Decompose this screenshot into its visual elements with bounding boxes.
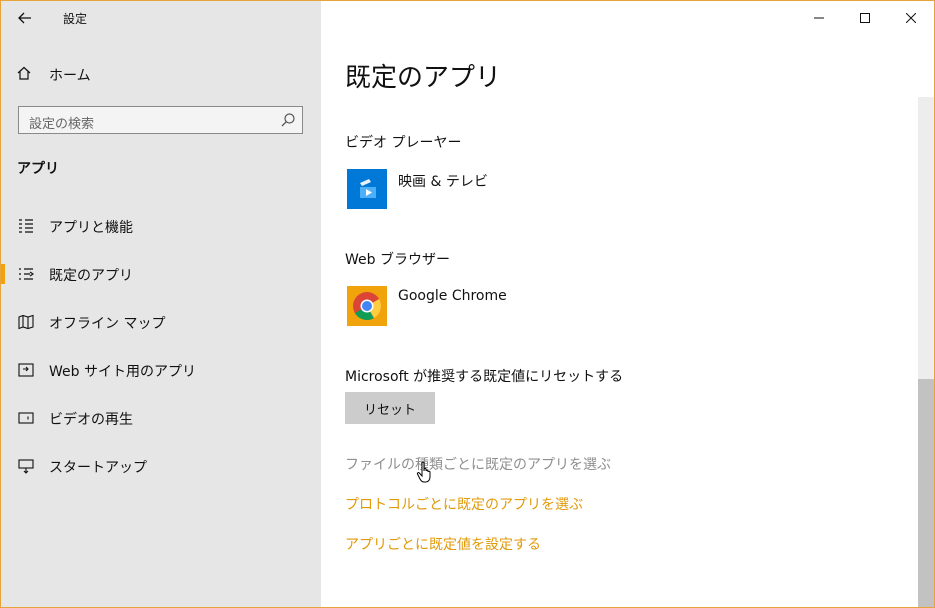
home-link[interactable]: ホーム	[17, 65, 91, 85]
search-input[interactable]: 設定の検索	[18, 106, 303, 134]
sidebar-item-startup[interactable]: スタートアップ	[1, 448, 321, 484]
home-label: ホーム	[49, 68, 91, 84]
web-browser-label: Web ブラウザー	[345, 252, 450, 268]
scrollbar-thumb[interactable]	[918, 379, 934, 607]
sidebar-item-label: Web サイト用のアプリ	[49, 364, 196, 380]
back-arrow-icon	[18, 12, 31, 24]
video-playback-icon	[18, 410, 34, 426]
section-heading: アプリ	[17, 161, 59, 177]
selected-indicator	[1, 264, 5, 284]
sidebar-item-label: ビデオの再生	[49, 412, 133, 428]
close-icon	[906, 13, 916, 23]
maximize-button[interactable]	[842, 1, 888, 35]
window-title: 設定	[63, 12, 88, 26]
reset-description: Microsoft が推奨する既定値にリセットする	[345, 369, 624, 385]
video-player-app-name: 映画 & テレビ	[398, 174, 488, 190]
choose-by-protocol-link[interactable]: プロトコルごとに既定のアプリを選ぶ	[345, 494, 583, 514]
set-defaults-by-app-link[interactable]: アプリごとに既定値を設定する	[345, 534, 541, 554]
maximize-icon	[860, 13, 870, 23]
close-button[interactable]	[888, 1, 934, 35]
main-content: 既定のアプリ ビデオ プレーヤー 映画 & テレビ Web ブラウザー Goog…	[321, 1, 934, 607]
choose-by-file-type-link[interactable]: ファイルの種類ごとに既定のアプリを選ぶ	[345, 454, 611, 474]
search-icon	[281, 113, 295, 127]
apps-features-icon	[18, 218, 34, 234]
sidebar-item-label: 既定のアプリ	[49, 268, 133, 284]
sidebar-item-label: スタートアップ	[49, 460, 147, 476]
reset-button[interactable]: リセット	[345, 392, 435, 424]
sidebar-item-label: アプリと機能	[49, 220, 133, 236]
caption-buttons	[796, 1, 934, 35]
offline-map-icon	[18, 314, 34, 330]
settings-window: 設定 ホーム 設定の検索 アプリ アプリと機能 既定のアプリ オフライン マップ…	[0, 0, 935, 608]
sidebar: 設定 ホーム 設定の検索 アプリ アプリと機能 既定のアプリ オフライン マップ…	[1, 1, 321, 607]
web-browser-app-name: Google Chrome	[398, 288, 507, 304]
search-placeholder: 設定の検索	[29, 117, 95, 132]
home-icon	[17, 66, 35, 84]
apps-for-websites-icon	[18, 362, 34, 378]
default-apps-icon	[18, 266, 35, 282]
sidebar-item-default-apps[interactable]: 既定のアプリ	[1, 256, 321, 292]
sidebar-item-video-playback[interactable]: ビデオの再生	[1, 400, 321, 436]
sidebar-item-offline-maps[interactable]: オフライン マップ	[1, 304, 321, 340]
movies-tv-icon	[347, 169, 387, 209]
sidebar-item-apps-features[interactable]: アプリと機能	[1, 208, 321, 244]
back-button[interactable]	[11, 7, 39, 29]
startup-icon	[18, 458, 34, 474]
video-player-label: ビデオ プレーヤー	[345, 135, 462, 151]
minimize-button[interactable]	[796, 1, 842, 35]
hand-cursor-icon	[416, 461, 431, 483]
scrollbar[interactable]	[918, 97, 934, 607]
page-title: 既定のアプリ	[345, 63, 502, 93]
minimize-icon	[814, 17, 824, 19]
sidebar-item-apps-for-websites[interactable]: Web サイト用のアプリ	[1, 352, 321, 388]
chrome-icon	[347, 286, 387, 326]
sidebar-item-label: オフライン マップ	[49, 316, 166, 332]
